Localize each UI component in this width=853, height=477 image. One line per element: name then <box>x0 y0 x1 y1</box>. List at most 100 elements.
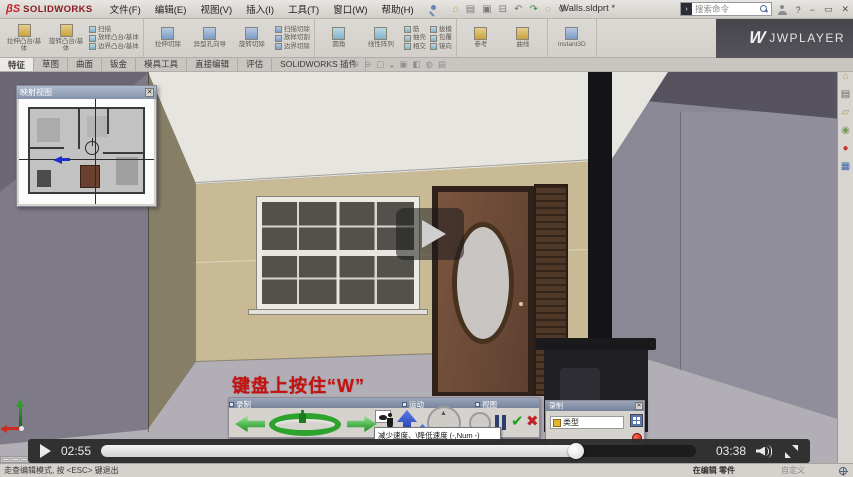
record-window-close-button[interactable]: ✕ <box>635 402 643 410</box>
view-tool-icon[interactable]: ◧ <box>412 59 420 70</box>
help-icon[interactable]: ? <box>796 5 801 15</box>
feature-icon <box>203 27 216 40</box>
menu-item[interactable]: 编辑(E) <box>148 0 194 18</box>
pin-icon[interactable] <box>429 4 439 14</box>
minimap-floor-plan[interactable] <box>19 99 154 204</box>
ribbon-button[interactable]: 扫描切除 <box>275 26 310 33</box>
menu-item[interactable]: 窗口(W) <box>326 0 374 18</box>
search-box[interactable]: › 搜索命令 <box>680 2 772 16</box>
ribbon-button[interactable]: 放样切割 <box>275 34 310 41</box>
quick-access-icon[interactable]: ↶ <box>514 4 522 15</box>
record-type-field[interactable]: 类型 <box>550 416 624 429</box>
quick-access-icon[interactable]: ▣ <box>482 4 491 15</box>
player-watermark-backdrop: W JWPLAYER <box>716 18 853 58</box>
ribbon-button[interactable]: 旋转凸台/基体 <box>46 24 86 53</box>
search-scope-icon[interactable]: › <box>681 3 692 15</box>
minimize-button[interactable]: − <box>810 5 815 15</box>
ribbon-button[interactable]: 曲线 <box>503 27 543 48</box>
viewport[interactable]: 映射视图 ✕ <box>0 72 853 463</box>
menu-item[interactable]: 工具(T) <box>281 0 326 18</box>
scene-window-glass <box>262 202 414 304</box>
ribbon-button[interactable]: 抽壳 <box>404 34 426 41</box>
volume-icon[interactable] <box>756 445 773 458</box>
ribbon-button[interactable]: 拉伸切除 <box>148 27 188 48</box>
quick-access-icon[interactable]: ◌ <box>545 4 551 15</box>
ribbon-button[interactable]: 拔模 <box>430 26 452 33</box>
menu-item[interactable]: 视图(V) <box>193 0 239 18</box>
ribbon-tab[interactable]: 评估 <box>238 57 272 71</box>
login-icon[interactable] <box>778 5 787 15</box>
custom-properties-icon[interactable]: ▦ <box>841 162 850 172</box>
layout-grid-button[interactable] <box>630 414 643 427</box>
ribbon-button[interactable]: 边界切除 <box>275 43 310 50</box>
feature-icon <box>565 27 578 40</box>
quick-access-icon[interactable]: ⊟ <box>499 4 507 15</box>
accept-button[interactable]: ✔ <box>511 412 524 430</box>
jwplayer-logo-text: JWPLAYER <box>769 31 845 45</box>
ribbon-button[interactable]: Instant3D <box>552 27 592 48</box>
ribbon-button[interactable]: 包覆 <box>430 34 452 41</box>
ribbon-button[interactable]: 参考 <box>461 27 501 48</box>
ribbon-button[interactable]: 扫描 <box>89 26 139 33</box>
minimap-close-button[interactable]: ✕ <box>145 88 154 97</box>
ribbon-button[interactable]: 放样凸台/基体 <box>89 34 139 41</box>
seek-knob[interactable] <box>568 443 584 459</box>
design-library-icon[interactable]: ▤ <box>841 90 850 100</box>
restore-button[interactable]: ▭ <box>824 4 833 15</box>
turn-left-button[interactable] <box>235 416 265 432</box>
ribbon-button[interactable]: 拉伸凸台/基体 <box>4 24 44 53</box>
minimap-panel: 映射视图 ✕ <box>16 85 157 207</box>
ribbon-button[interactable]: 相交 <box>404 43 426 50</box>
status-editing-text: 在编辑 零件 <box>693 465 735 476</box>
ribbon-tab[interactable]: 草图 <box>34 57 68 71</box>
ribbon-tab[interactable]: 曲面 <box>68 57 102 71</box>
view-palette-icon[interactable]: ◉ <box>841 126 850 136</box>
feature-icon <box>332 27 345 40</box>
appearances-icon[interactable]: ● <box>842 144 848 154</box>
menu-item[interactable]: 插入(I) <box>239 0 281 18</box>
menu-item[interactable]: 帮助(H) <box>375 0 421 18</box>
brand-name: SOLIDWORKS <box>23 4 92 15</box>
file-explorer-icon[interactable]: ▱ <box>842 108 850 118</box>
view-tool-icon[interactable]: ⊕ <box>352 59 359 70</box>
status-custom-tab[interactable]: 自定义 <box>781 465 805 476</box>
ribbon-button[interactable]: 边界凸台/基体 <box>89 43 139 50</box>
cancel-button[interactable]: ✖ <box>526 412 539 430</box>
view-tool-icon[interactable]: ◒ <box>389 60 394 70</box>
quick-access-icon[interactable]: ⌂ <box>453 4 459 15</box>
record-icon <box>229 402 234 407</box>
feature-icon <box>89 35 96 42</box>
play-button[interactable] <box>40 444 51 458</box>
ribbon-button[interactable]: 旋转切除 <box>232 27 272 48</box>
close-button[interactable]: ✕ <box>841 4 849 15</box>
solidworks-resources-icon[interactable]: ⌂ <box>842 72 848 82</box>
ribbon-button[interactable]: 镜向 <box>430 43 452 50</box>
feature-icon <box>275 26 282 33</box>
view-tool-icon[interactable]: ⊖ <box>364 59 371 70</box>
ribbon-button[interactable]: 圆角 <box>319 27 359 48</box>
ribbon-button[interactable]: 线性阵列 <box>361 27 401 48</box>
turn-right-button[interactable] <box>347 416 377 432</box>
ribbon-tab[interactable]: 模具工具 <box>136 57 187 71</box>
quick-access-icon[interactable]: ↷ <box>529 4 537 15</box>
ribbon-tab[interactable]: 钣金 <box>102 57 136 71</box>
ribbon-button[interactable]: 筋 <box>404 26 426 33</box>
ribbon-group-boss: 拉伸凸台/基体旋转凸台/基体 扫描放样凸台/基体边界凸台/基体 <box>0 19 144 57</box>
view-tool-icon[interactable]: ▤ <box>438 59 446 70</box>
ribbon-tab[interactable]: 直接编辑 <box>187 57 238 71</box>
search-placeholder: 搜索命令 <box>692 3 759 15</box>
search-icon[interactable] <box>759 4 769 14</box>
floor-plan-wall <box>78 109 80 148</box>
menu-item[interactable]: 文件(F) <box>103 0 148 18</box>
seek-bar[interactable] <box>101 445 696 457</box>
fullscreen-icon[interactable] <box>785 445 798 458</box>
view-tool-icon[interactable]: ▢ <box>376 59 384 70</box>
walker-figure-icon <box>299 410 306 423</box>
view-tool-icon[interactable]: ▣ <box>399 59 407 70</box>
play-overlay-button[interactable] <box>396 208 464 260</box>
ribbon-tab[interactable]: 特征 <box>0 57 34 71</box>
quick-access-icon[interactable]: ▤ <box>466 4 475 15</box>
ribbon-group-pattern: 圆角线性阵列 筋拔模抽壳包覆相交镜向 <box>315 19 457 57</box>
view-tool-icon[interactable]: ◍ <box>425 59 432 70</box>
ribbon-button[interactable]: 异型孔向导 <box>190 27 230 48</box>
